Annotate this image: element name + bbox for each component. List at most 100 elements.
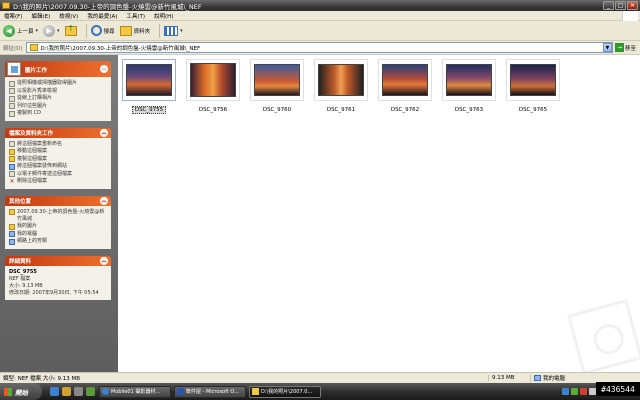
move-icon — [9, 148, 15, 155]
photo-thumbnail — [446, 64, 492, 96]
place-network[interactable]: 網路上的芳鄰 — [9, 238, 107, 245]
task-slideshow[interactable]: 以投影片秀來檢視 — [9, 88, 107, 95]
tray-icon[interactable] — [571, 388, 578, 395]
file-thumbnail[interactable]: DSC_9761 — [314, 59, 368, 113]
windows-logo-icon — [622, 11, 638, 21]
chevron-down-icon[interactable]: ▾ — [36, 28, 39, 34]
task-copy-cd[interactable]: 複製到 CD — [9, 110, 107, 117]
task-order-prints[interactable]: 從線上訂購相片 — [9, 95, 107, 102]
system-tray — [562, 385, 596, 398]
file-thumbnail[interactable]: DSC_9763 — [442, 59, 496, 113]
search-button[interactable]: 搜尋 — [90, 25, 115, 36]
file-name-label: DSC_9761 — [314, 107, 368, 113]
picture-tasks-title: 圖片工作 — [25, 68, 48, 74]
task-publish[interactable]: 將這個檔案發佈到網站 — [9, 163, 107, 170]
details-header[interactable]: 詳細資料 ︽ — [5, 255, 111, 266]
menu-edit[interactable]: 編輯(E) — [31, 12, 50, 20]
network-icon — [9, 238, 15, 245]
folder-icon — [2, 2, 10, 9]
address-input[interactable]: D:\我的照片\2007.09.30-上帝的調色盤-火燒雲@新竹風城\_NEF … — [25, 42, 613, 53]
picture-tasks-header[interactable]: 圖片工作 ︽ — [5, 61, 111, 77]
folder-up-icon — [64, 24, 77, 36]
back-label: 上一頁 — [17, 28, 34, 35]
chevron-down-icon[interactable]: ▾ — [57, 28, 60, 34]
ie-icon[interactable] — [50, 387, 59, 396]
task-copy[interactable]: 複製這個檔案 — [9, 156, 107, 163]
taskbar-item-mobile01[interactable]: Mobile01 攝影器材... — [99, 385, 171, 398]
go-button[interactable]: → 移至 — [614, 43, 636, 52]
task-rename[interactable]: 將這個檔案重新命名 — [9, 141, 107, 148]
computer-icon — [9, 231, 15, 237]
task-email[interactable]: 以電子郵件寄送這個檔案 — [9, 171, 107, 178]
address-dropdown-icon[interactable]: ▼ — [602, 43, 612, 52]
maximize-button[interactable]: □ — [615, 1, 626, 10]
menu-favorites[interactable]: 我的最愛(A) — [87, 12, 117, 20]
menu-help[interactable]: 說明(H) — [154, 12, 173, 20]
media-icon[interactable] — [62, 387, 71, 396]
back-button[interactable]: ◀ 上一頁 ▾ — [3, 24, 39, 37]
close-button[interactable]: ✕ — [627, 1, 638, 10]
collapse-icon[interactable]: ︽ — [100, 256, 108, 265]
start-button[interactable]: 開始 — [0, 383, 42, 400]
status-size: 9.13 MB — [488, 375, 530, 381]
file-name: DSC_9760 — [262, 107, 292, 113]
app-icon[interactable] — [86, 387, 95, 396]
file-tasks-list: 將這個檔案重新命名 移動這個檔案 複製這個檔案 將這個檔案發佈到網站 以電子郵件… — [5, 137, 111, 189]
tray-icon[interactable] — [562, 388, 569, 395]
taskbar-item-word[interactable]: 軟件屋 - Microsoft O... — [174, 385, 246, 398]
file-thumbnail[interactable]: DSC_9765 — [506, 59, 560, 113]
color-hex-label: #436544 — [596, 382, 640, 396]
task-move[interactable]: 移動這個檔案 — [9, 148, 107, 155]
chevron-down-icon[interactable]: ▾ — [180, 28, 183, 34]
file-thumbnail[interactable]: DSC_9755 — [122, 59, 176, 114]
menu-file[interactable]: 檔案(F) — [4, 12, 22, 20]
file-name: DSC_9762 — [390, 107, 420, 113]
file-name: DSC_9756 — [198, 107, 228, 113]
collapse-icon[interactable]: ︽ — [100, 196, 108, 205]
quick-launch — [50, 387, 95, 396]
task-print[interactable]: 列印這些圖片 — [9, 103, 107, 110]
task-label: 複製這個檔案 — [17, 155, 48, 162]
tray-icon[interactable] — [580, 388, 587, 395]
task-list: Mobile01 攝影器材... 軟件屋 - Microsoft O... D:… — [99, 385, 321, 398]
menu-view[interactable]: 檢視(V) — [59, 12, 78, 20]
file-tasks-header[interactable]: 檔案及資料夾工作 ︽ — [5, 127, 111, 138]
place-parent-folder[interactable]: 2007.09.30-上帝的調色盤-火燒雲@新竹風城 — [9, 209, 107, 223]
folders-button[interactable]: 資料夾 — [119, 25, 151, 36]
window-controls: _ □ ✕ — [603, 1, 638, 10]
minimize-button[interactable]: _ — [603, 1, 614, 10]
search-label: 搜尋 — [103, 28, 115, 35]
file-thumbnail[interactable]: DSC_9762 — [378, 59, 432, 113]
photo-thumbnail — [510, 64, 556, 96]
tray-icon[interactable] — [589, 388, 596, 395]
up-folder-button[interactable] — [64, 24, 77, 36]
photo-thumbnail — [126, 64, 172, 96]
task-title: 軟件屋 - Microsoft O... — [186, 389, 239, 395]
folders-label: 資料夾 — [133, 28, 151, 35]
taskbar-item-explorer[interactable]: D:\我的照片\2007.0... — [249, 385, 321, 398]
collapse-icon[interactable]: ︽ — [100, 128, 108, 137]
address-path[interactable]: D:\我的照片\2007.09.30-上帝的調色盤-火燒雲@新竹風城\_NEF — [41, 44, 603, 52]
thumbnail-frame — [378, 59, 432, 101]
task-get-pictures[interactable]: 從照相機或掃描器取得圖片 — [9, 80, 107, 87]
title-bar[interactable]: D:\我的照片\2007.09.30-上帝的調色盤-火燒雲@新竹風城\_NEF … — [0, 0, 640, 11]
photo-thumbnail — [190, 63, 236, 97]
forward-button[interactable]: ▶ ▾ — [43, 24, 60, 37]
collapse-icon[interactable]: ︽ — [100, 65, 108, 73]
file-thumbnail[interactable]: DSC_9756 — [186, 59, 240, 113]
file-thumbnail[interactable]: DSC_9760 — [250, 59, 304, 113]
desktop-icon[interactable] — [74, 387, 83, 396]
place-my-computer[interactable]: 我的電腦 — [9, 231, 107, 238]
views-button[interactable]: ▾ — [164, 25, 183, 36]
place-my-pictures[interactable]: 我的圖片 — [9, 223, 107, 230]
other-places-header[interactable]: 其他位置 ︽ — [5, 195, 111, 206]
task-delete[interactable]: ✕ 刪除這個檔案 — [9, 178, 107, 185]
back-arrow-icon: ◀ — [3, 24, 15, 37]
menu-tools[interactable]: 工具(T) — [126, 12, 145, 20]
delete-icon: ✕ — [9, 177, 15, 185]
ie-icon — [102, 388, 109, 395]
views-icon — [164, 25, 179, 36]
go-label: 移至 — [624, 45, 636, 52]
file-view[interactable]: DSC_9755 DSC_9756 DSC_9760 DSC_9761 DSC_… — [118, 55, 640, 375]
toolbar-divider — [85, 23, 87, 38]
